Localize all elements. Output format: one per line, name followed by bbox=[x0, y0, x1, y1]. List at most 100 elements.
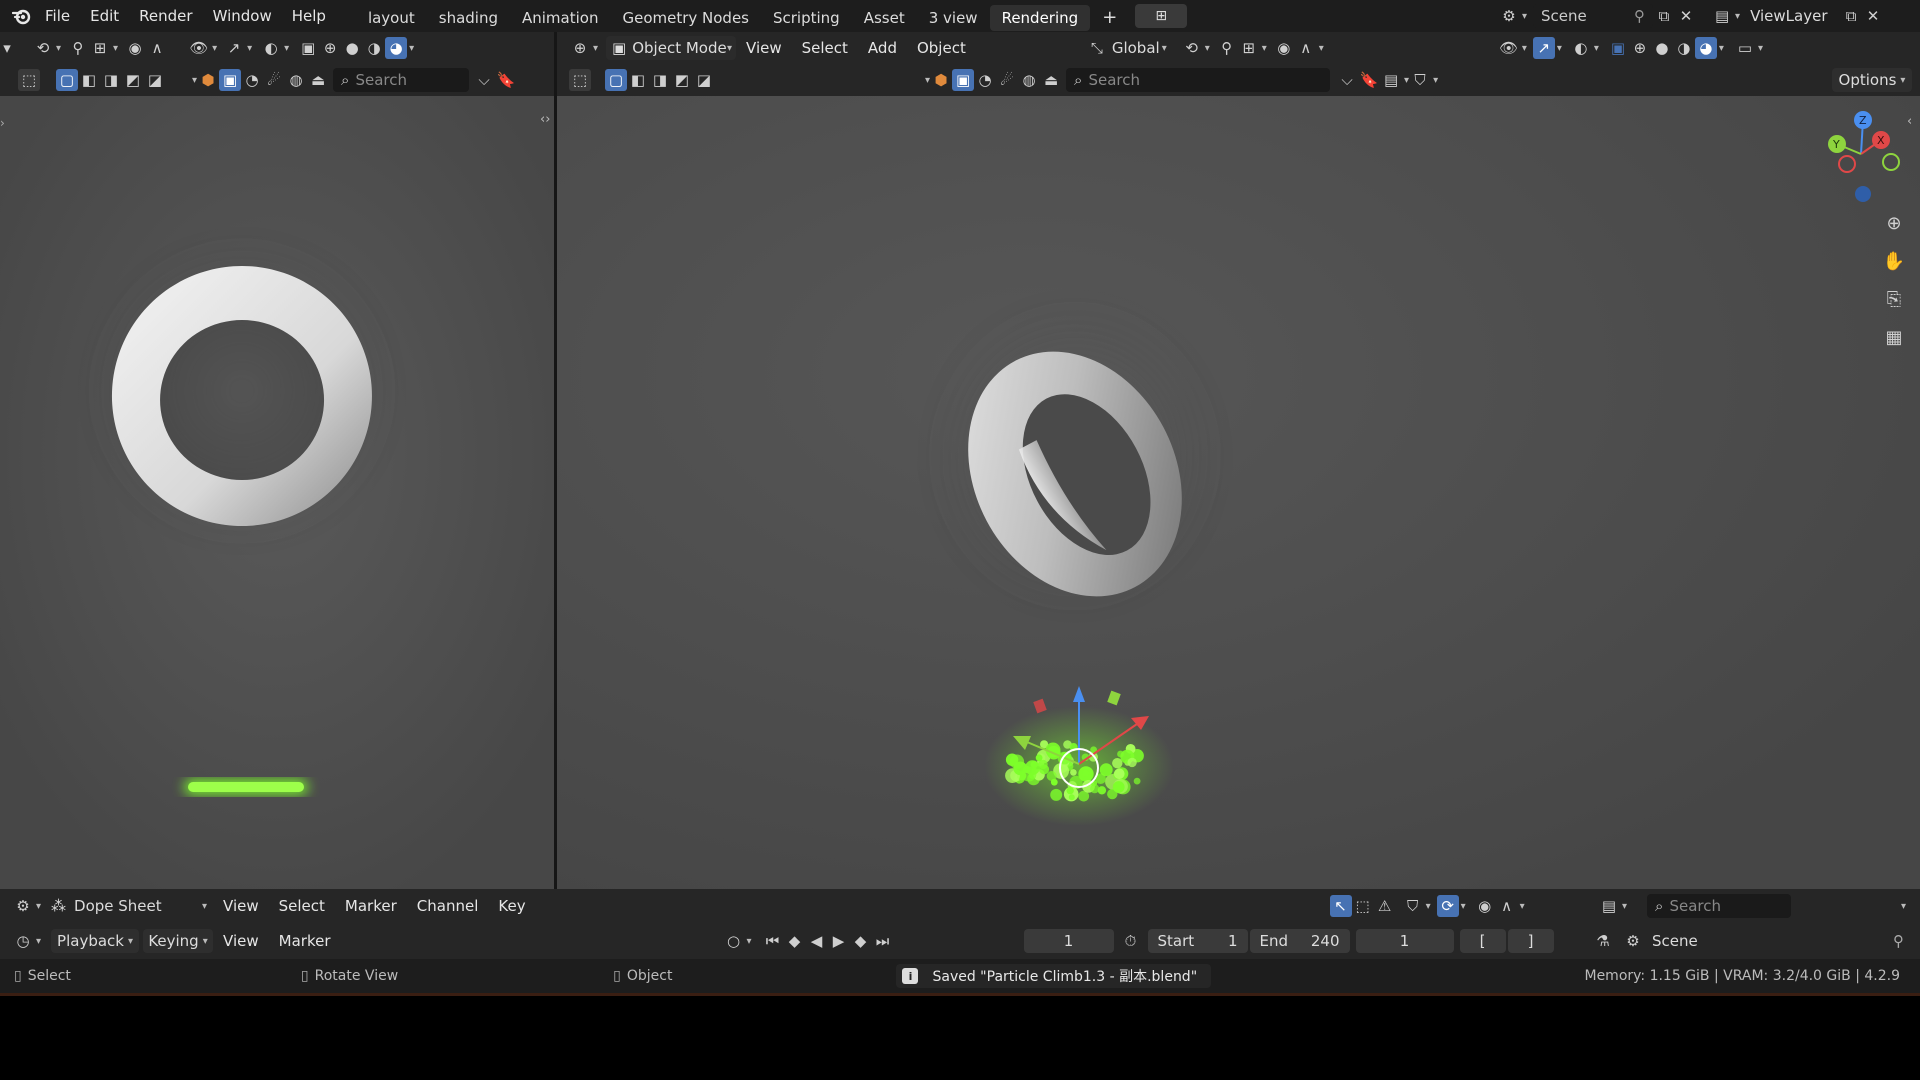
scene-icon[interactable]: ⚙ bbox=[1498, 5, 1520, 27]
pan-hand-icon[interactable]: ✋ bbox=[1879, 246, 1909, 276]
right-search-input[interactable]: ⌕ Search bbox=[1066, 68, 1331, 92]
filter-world-icon[interactable]: ◍ bbox=[1018, 69, 1040, 91]
frame-field[interactable]: 1 bbox=[1355, 929, 1454, 953]
select-invert-icon[interactable]: ◩ bbox=[122, 69, 144, 91]
filter-mesh-icon[interactable]: ⬢ bbox=[197, 69, 219, 91]
status-message[interactable]: i Saved "Particle Climb1.3 - 副本.blend" bbox=[896, 964, 1212, 988]
shading-solid-icon[interactable]: ● bbox=[1651, 37, 1673, 59]
dopesheet-menu-select[interactable]: Select bbox=[269, 889, 335, 923]
xray-icon[interactable]: ▣ bbox=[1607, 37, 1629, 59]
orientation-icon[interactable]: ⤡ bbox=[1086, 37, 1108, 59]
tab-rendering[interactable]: Rendering bbox=[989, 4, 1091, 31]
select-subtract-icon[interactable]: ◨ bbox=[649, 69, 671, 91]
blender-logo-icon[interactable] bbox=[9, 5, 35, 27]
menu-file[interactable]: File bbox=[35, 0, 80, 32]
stopwatch-icon[interactable]: ⏱ bbox=[1120, 930, 1142, 952]
tab-scripting[interactable]: Scripting bbox=[761, 5, 852, 31]
tab-layout[interactable]: layout bbox=[356, 5, 427, 31]
snap-icon[interactable]: ⚲ bbox=[67, 37, 89, 59]
timeline-menu-marker[interactable]: Marker bbox=[269, 923, 341, 959]
menu-render[interactable]: Render bbox=[129, 0, 202, 32]
menu-view[interactable]: View bbox=[736, 36, 792, 60]
pin-icon[interactable]: ⚲ bbox=[1634, 7, 1645, 25]
workspace-toggle-button[interactable]: ⊞ bbox=[1135, 4, 1188, 28]
select-new-icon[interactable]: ▢ bbox=[605, 69, 627, 91]
filter-object-icon[interactable]: ▣ bbox=[952, 69, 975, 91]
filter-world-icon[interactable]: ◍ bbox=[285, 69, 307, 91]
tab-geometry-nodes[interactable]: Geometry Nodes bbox=[610, 5, 761, 31]
torus-object-left[interactable] bbox=[92, 241, 392, 541]
split-handle-icon[interactable]: ‹› bbox=[540, 112, 550, 127]
filter-particle-icon[interactable]: ☄ bbox=[996, 69, 1018, 91]
bookmark-icon[interactable]: 🔖 bbox=[495, 69, 517, 91]
proportional-edit-icon[interactable]: ◉ bbox=[124, 37, 146, 59]
new-scene-icon[interactable]: ⧉ bbox=[1653, 5, 1675, 27]
close-icon[interactable]: ✕ bbox=[1862, 5, 1884, 27]
editor-type-icon[interactable]: ▾ bbox=[0, 37, 14, 59]
perspective-grid-icon[interactable]: ▦ bbox=[1879, 322, 1909, 352]
tab-asset[interactable]: Asset bbox=[852, 5, 917, 31]
dopesheet-menu-channel[interactable]: Channel bbox=[407, 889, 489, 923]
camera-view-icon[interactable]: ⎘ bbox=[1879, 284, 1909, 314]
select-invert-icon[interactable]: ◩ bbox=[671, 69, 693, 91]
select-tool-icon[interactable]: ⬚ bbox=[569, 69, 591, 91]
navigation-gizmo[interactable]: Z X Y bbox=[1807, 106, 1917, 206]
right-viewport[interactable]: Z X Y ⊕ ✋ ⎘ ▦ ‹ bbox=[557, 96, 1920, 889]
falloff-icon[interactable]: ∧ bbox=[1496, 895, 1518, 917]
current-frame-field[interactable]: 1 bbox=[1023, 929, 1114, 953]
orientation-dropdown[interactable]: Global bbox=[1112, 39, 1160, 57]
select-intersect-icon[interactable]: ◪ bbox=[144, 69, 166, 91]
only-selected-icon[interactable]: ↖ bbox=[1329, 895, 1352, 917]
mode-dropdown[interactable]: ▣ Object Mode ▾ bbox=[606, 36, 737, 60]
axis-neg-y-icon[interactable] bbox=[1882, 153, 1900, 171]
select-extend-icon[interactable]: ◧ bbox=[627, 69, 649, 91]
shading-wireframe-icon[interactable]: ⊕ bbox=[319, 37, 341, 59]
scene-name-field[interactable]: Scene ⚲ bbox=[1533, 4, 1654, 28]
menu-window[interactable]: Window bbox=[203, 0, 282, 32]
particle-emitter-left[interactable] bbox=[184, 779, 308, 795]
close-icon[interactable]: ✕ bbox=[1675, 5, 1697, 27]
visibility-icon[interactable]: 👁 bbox=[188, 37, 210, 59]
transform-pivot-icon[interactable]: ⟲ bbox=[32, 37, 54, 59]
filter-light-icon[interactable]: ◔ bbox=[974, 69, 996, 91]
menu-add[interactable]: Add bbox=[858, 36, 907, 60]
options-dropdown[interactable]: Options ▾ bbox=[1832, 68, 1912, 92]
filter-chevron-icon[interactable]: ▾ bbox=[1901, 901, 1906, 912]
snap-target-icon[interactable]: ⊞ bbox=[1238, 37, 1260, 59]
menu-object[interactable]: Object bbox=[907, 36, 976, 60]
select-intersect-icon[interactable]: ◪ bbox=[693, 69, 715, 91]
preview-range-end-button[interactable]: ] bbox=[1507, 929, 1554, 953]
jump-start-icon[interactable]: ⏮ bbox=[762, 930, 784, 952]
gizmo-icon[interactable]: ↗ bbox=[1532, 37, 1555, 59]
jump-key-forward-icon[interactable]: ◆ bbox=[850, 930, 872, 952]
viewlayer-name[interactable]: ViewLayer bbox=[1750, 7, 1840, 25]
axis-neg-x-icon[interactable] bbox=[1838, 155, 1856, 173]
zoom-icon[interactable]: ⊕ bbox=[1879, 208, 1909, 238]
filter-light-icon[interactable]: ◔ bbox=[241, 69, 263, 91]
menu-edit[interactable]: Edit bbox=[80, 0, 129, 32]
visibility-icon[interactable]: 👁 bbox=[1498, 37, 1520, 59]
gizmo-icon[interactable]: ↗ bbox=[223, 37, 245, 59]
proportional-edit-icon[interactable]: ◉ bbox=[1474, 895, 1496, 917]
snap-icon[interactable]: ⚲ bbox=[1216, 37, 1238, 59]
editor-display-icon[interactable]: ▭ bbox=[1734, 37, 1756, 59]
pin-icon[interactable]: ⚲ bbox=[1893, 932, 1904, 950]
timeline-menu-view[interactable]: View bbox=[213, 923, 269, 959]
overlays-icon[interactable]: ◐ bbox=[260, 37, 282, 59]
falloff-icon[interactable]: ∧ bbox=[146, 37, 168, 59]
proportional-edit-icon[interactable]: ◉ bbox=[1273, 37, 1295, 59]
jump-key-back-icon[interactable]: ◆ bbox=[784, 930, 806, 952]
viewlayer-icon[interactable]: ▤ bbox=[1711, 5, 1733, 27]
filter-object-icon[interactable]: ▣ bbox=[219, 69, 242, 91]
shading-material-icon[interactable]: ◑ bbox=[363, 37, 385, 59]
select-extend-icon[interactable]: ◧ bbox=[78, 69, 100, 91]
left-viewport[interactable]: › ‹› bbox=[0, 96, 554, 889]
shading-wireframe-icon[interactable]: ⊕ bbox=[1629, 37, 1651, 59]
select-new-icon[interactable]: ▢ bbox=[56, 69, 78, 91]
xray-icon[interactable]: ▣ bbox=[297, 37, 319, 59]
overlays-icon[interactable]: ◐ bbox=[1570, 37, 1592, 59]
collapse-arrow-icon[interactable]: › bbox=[0, 116, 5, 130]
shading-rendered-icon[interactable]: ◕ bbox=[1694, 37, 1717, 59]
outliner-row-scene[interactable]: ⚗ ⚙ Scene ⚲ bbox=[1582, 923, 1920, 959]
dopesheet-menu-marker[interactable]: Marker bbox=[335, 889, 407, 923]
